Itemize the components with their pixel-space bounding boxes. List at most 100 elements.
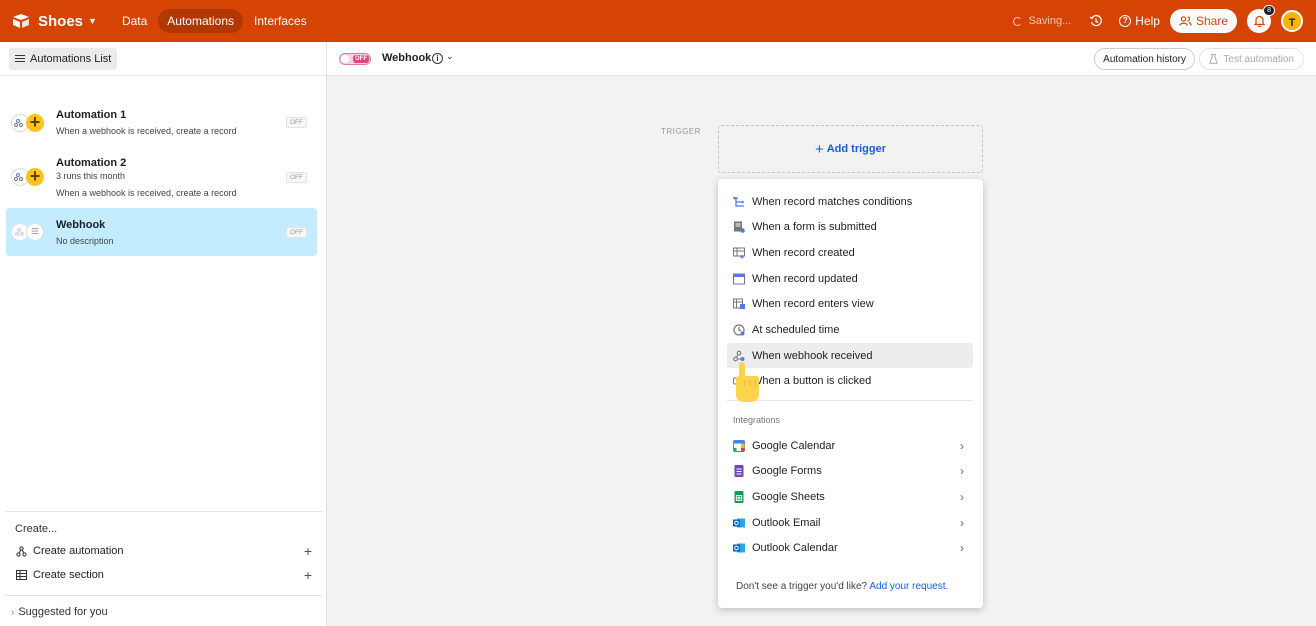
help-button[interactable]: ? Help <box>1119 14 1160 28</box>
trigger-option-form-submitted[interactable]: When a form is submitted <box>727 214 973 239</box>
menu-divider <box>727 400 973 401</box>
create-section: Create... Create automation + Create sec… <box>5 511 322 583</box>
automation-history-label: Automation history <box>1103 53 1186 65</box>
status-badge: OFF <box>286 227 307 238</box>
create-section-label: Create section <box>33 569 104 581</box>
avatar[interactable]: T <box>1281 10 1303 32</box>
add-request-link[interactable]: Add your request. <box>869 581 948 592</box>
automation-description: When a webhook is received, create a rec… <box>56 126 237 136</box>
automation-icons: ☰ <box>11 221 47 243</box>
trigger-option-label: When record updated <box>752 272 858 285</box>
trigger-option-label: When record matches conditions <box>752 195 913 208</box>
google-sheets-icon <box>734 490 744 503</box>
automation-description: When a webhook is received, create a rec… <box>56 188 237 198</box>
saving-text: Saving... <box>1028 15 1072 27</box>
base-switcher[interactable]: Shoes ▼ <box>12 13 97 30</box>
plus-icon[interactable]: + <box>304 567 312 583</box>
trigger-option-label: When a button is clicked <box>752 374 872 387</box>
plus-icon[interactable]: + <box>304 543 312 559</box>
history-icon[interactable] <box>1089 14 1103 28</box>
google-forms-icon <box>734 464 744 477</box>
automation-history-button[interactable]: Automation history <box>1094 48 1195 70</box>
automation-icon <box>15 545 27 557</box>
automation-run-count: 3 runs this month <box>56 171 126 181</box>
trigger-option-label: When record enters view <box>752 297 874 310</box>
automation-icons: + <box>11 166 47 188</box>
integration-label: Google Calendar <box>752 439 836 452</box>
hand-pointer-cursor-icon <box>736 362 759 402</box>
share-label: Share <box>1195 14 1228 28</box>
toggle-knob <box>341 55 349 63</box>
trigger-option-label: When a form is submitted <box>752 220 877 233</box>
integration-label: Outlook Email <box>752 516 821 529</box>
notifications-button[interactable]: 8 <box>1247 5 1275 33</box>
suggested-label: Suggested for you <box>18 606 108 618</box>
automation-title: Automation 2 <box>56 157 127 169</box>
automation-icons: + <box>11 112 47 134</box>
automation-item-webhook[interactable]: ☰ Webhook No description OFF <box>6 208 317 256</box>
view-icon <box>733 298 745 309</box>
toggle-label: OFF <box>353 55 369 63</box>
automation-toggle[interactable]: OFF <box>339 53 371 65</box>
trigger-option-label: At scheduled time <box>752 323 840 336</box>
create-label: Create... <box>15 523 58 535</box>
nav-interfaces[interactable]: Interfaces <box>245 9 316 33</box>
trigger-option-record-enters-view[interactable]: When record enters view <box>727 291 973 316</box>
integration-outlook-calendar[interactable]: Outlook Calendar › <box>727 535 973 560</box>
create-section-button[interactable]: Create section + <box>15 566 312 584</box>
trigger-option-button-clicked[interactable]: When a button is clicked <box>727 368 973 393</box>
webhook-icon <box>733 350 745 361</box>
request-trigger-footer: Don't see a trigger you'd like? Add your… <box>736 581 948 592</box>
clock-icon <box>733 323 745 336</box>
automation-title: Webhook <box>56 219 106 231</box>
hamburger-icon <box>15 53 25 65</box>
automation-name[interactable]: Webhook <box>382 52 431 64</box>
placeholder-action-icon: ☰ <box>26 223 44 241</box>
chevron-down-icon[interactable]: ⌄ <box>446 51 454 62</box>
trigger-option-record-matches-conditions[interactable]: When record matches conditions <box>727 189 973 214</box>
trigger-option-scheduled-time[interactable]: At scheduled time <box>727 317 973 342</box>
automation-title: Automation 1 <box>56 109 127 121</box>
form-icon <box>734 221 745 233</box>
automations-list-button[interactable]: Automations List <box>9 47 118 70</box>
add-trigger-button[interactable]: + Add trigger <box>718 125 983 173</box>
integration-google-forms[interactable]: Google Forms › <box>727 458 973 483</box>
nav-automations[interactable]: Automations <box>158 9 243 33</box>
automation-item-2[interactable]: + Automation 2 3 runs this month When a … <box>6 149 317 203</box>
create-automation-label: Create automation <box>33 545 124 557</box>
trigger-option-record-updated[interactable]: When record updated <box>727 266 973 291</box>
trigger-option-label: When webhook received <box>752 349 873 362</box>
people-icon <box>1179 16 1192 26</box>
top-nav: Data Automations Interfaces <box>113 9 318 33</box>
plus-icon: + <box>26 113 44 132</box>
trigger-option-record-created[interactable]: When record created <box>727 240 973 265</box>
top-right-actions: Saving... ? Help Share 8 T <box>1013 0 1316 42</box>
status-badge: OFF <box>286 172 307 183</box>
automations-list-label: Automations List <box>30 52 112 65</box>
create-automation-button[interactable]: Create automation + <box>15 542 312 560</box>
flask-icon <box>1209 54 1219 64</box>
chevron-down-icon: ▼ <box>88 16 97 26</box>
chevron-right-icon: › <box>960 515 964 530</box>
chevron-right-icon: › <box>960 463 964 478</box>
automation-item-1[interactable]: + Automation 1 When a webhook is receive… <box>6 100 317 146</box>
automations-sidebar: Automations List + Automation 1 When a w… <box>0 42 327 626</box>
plus-icon: + <box>26 167 44 186</box>
saving-status: Saving... <box>1013 15 1071 27</box>
test-automation-label: Test automation <box>1223 53 1294 65</box>
suggested-for-you[interactable]: › Suggested for you <box>5 595 322 618</box>
notification-badge: 8 <box>1263 5 1275 16</box>
integration-google-calendar[interactable]: Google Calendar › <box>727 433 973 458</box>
trigger-option-webhook-received[interactable]: When webhook received <box>727 343 973 368</box>
integration-label: Outlook Calendar <box>752 541 838 554</box>
integration-google-sheets[interactable]: Google Sheets › <box>727 484 973 509</box>
integration-label: Google Forms <box>752 464 822 477</box>
automation-header: OFF Webhook i ⌄ Automation history Test … <box>327 42 1316 76</box>
share-button[interactable]: Share <box>1169 9 1237 33</box>
test-automation-button[interactable]: Test automation <box>1199 48 1304 70</box>
nav-data[interactable]: Data <box>113 9 156 33</box>
integration-outlook-email[interactable]: Outlook Email › <box>727 510 973 535</box>
info-icon[interactable]: i <box>432 53 443 64</box>
outlook-email-icon <box>733 518 745 527</box>
conditions-icon <box>733 196 744 207</box>
